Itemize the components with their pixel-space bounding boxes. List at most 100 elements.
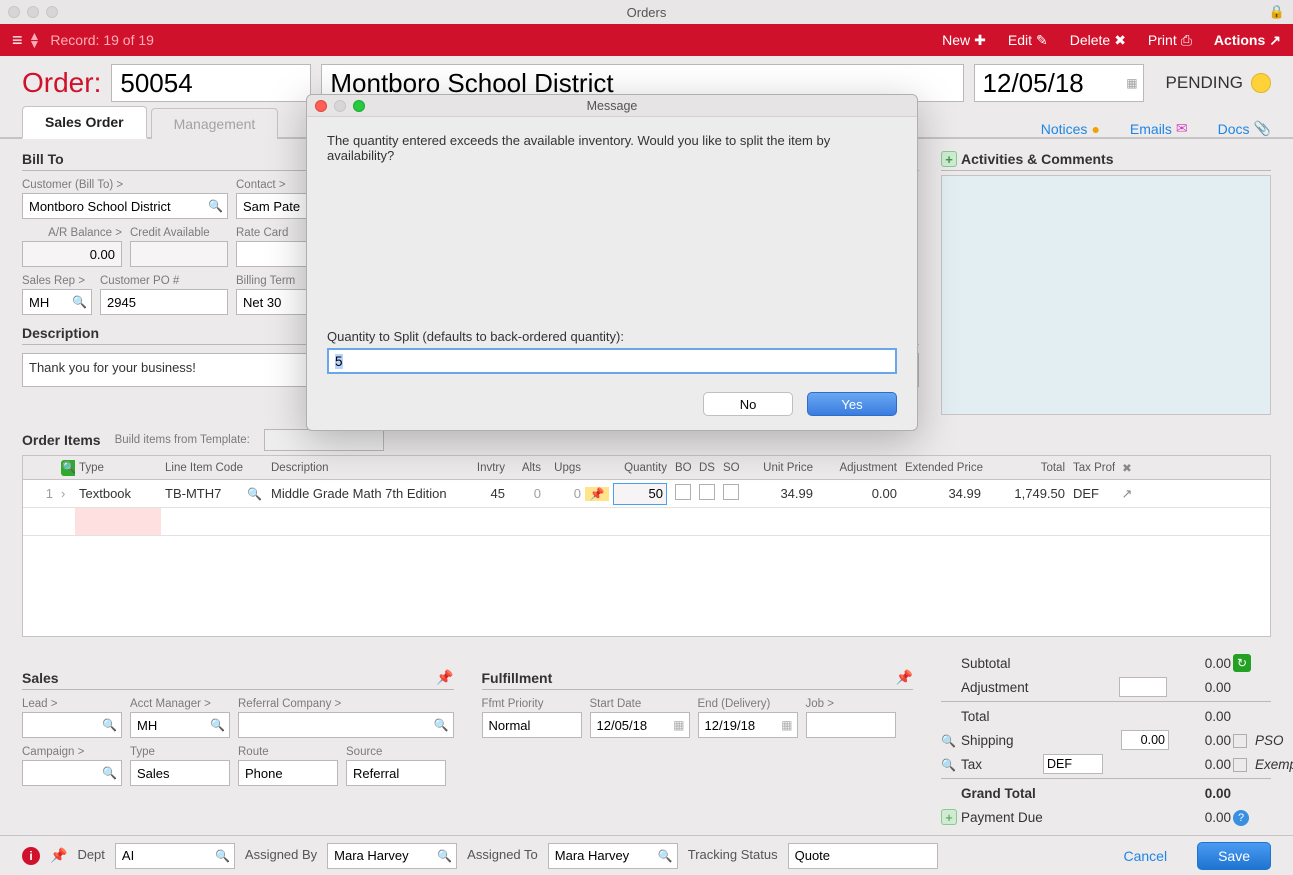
- exempt-checkbox[interactable]: [1233, 758, 1247, 772]
- refresh-icon[interactable]: ↻: [1233, 654, 1251, 672]
- search-icon[interactable]: 🔍: [658, 849, 673, 863]
- items-grid: 🔍 Type Line Item Code Description Invtry…: [22, 455, 1271, 637]
- edit-button[interactable]: Edit✎: [1008, 32, 1048, 49]
- dialog-zoom-icon[interactable]: [353, 100, 365, 112]
- grid-row[interactable]: 1 › Textbook TB-MTH7🔍 Middle Grade Math …: [23, 480, 1270, 508]
- row-unit[interactable]: 34.99: [743, 486, 817, 501]
- tracking-input[interactable]: [788, 843, 938, 869]
- job-input[interactable]: [806, 712, 896, 738]
- tab-management[interactable]: Management: [151, 108, 279, 139]
- sales-type-input[interactable]: [130, 760, 230, 786]
- dialog-qty-input[interactable]: [327, 348, 897, 374]
- ship1-input[interactable]: [1121, 730, 1169, 750]
- expand-row-icon[interactable]: ↗: [1115, 486, 1139, 502]
- adj-input[interactable]: [1119, 677, 1167, 697]
- dialog-title: Message: [587, 99, 638, 113]
- paperclip-icon: 📎: [1254, 120, 1271, 137]
- dialog-titlebar: Message: [307, 95, 917, 117]
- bo-checkbox[interactable]: [675, 484, 691, 500]
- record-position: Record: 19 of 19: [50, 32, 154, 48]
- dialog-no-button[interactable]: No: [703, 392, 793, 416]
- search-icon[interactable]: 🔍: [215, 849, 230, 863]
- tab-sales-order[interactable]: Sales Order: [22, 106, 147, 139]
- col-adj: Adjustment: [817, 462, 901, 474]
- info-icon[interactable]: i: [22, 847, 40, 865]
- order-id-input[interactable]: [111, 64, 311, 102]
- new-button[interactable]: New✚: [942, 32, 986, 49]
- refco-input[interactable]: [238, 712, 454, 738]
- so-checkbox[interactable]: [723, 484, 739, 500]
- search-icon[interactable]: 🔍: [941, 758, 956, 772]
- menu-icon[interactable]: ≡: [12, 30, 23, 51]
- search-icon[interactable]: 🔍: [208, 199, 223, 213]
- row-tax[interactable]: DEF: [1069, 486, 1115, 501]
- order-date-input[interactable]: [974, 64, 1144, 102]
- ar-balance: [22, 241, 122, 267]
- row-adj[interactable]: 0.00: [817, 486, 901, 501]
- prio-label: Ffmt Priority: [482, 698, 582, 712]
- actions-button[interactable]: Actions↗: [1214, 32, 1281, 49]
- pin-icon[interactable]: 📌: [50, 847, 67, 864]
- window-traffic-lights[interactable]: [8, 6, 58, 18]
- help-icon[interactable]: ?: [1233, 810, 1249, 826]
- pso-checkbox[interactable]: [1233, 734, 1247, 748]
- calendar-icon[interactable]: ▦: [673, 718, 684, 732]
- close-col-icon[interactable]: ✖: [1115, 461, 1139, 475]
- row-desc[interactable]: Middle Grade Math 7th Edition: [267, 486, 467, 501]
- delete-button[interactable]: Delete✖: [1070, 32, 1126, 49]
- search-icon[interactable]: 🔍: [61, 460, 75, 476]
- add-payment-icon[interactable]: +: [941, 809, 957, 825]
- pin-icon[interactable]: 📌: [436, 669, 453, 686]
- col-type: Type: [75, 462, 161, 474]
- total-label: Total: [961, 709, 1041, 724]
- credit-available: [130, 241, 228, 267]
- save-button[interactable]: Save: [1197, 842, 1271, 870]
- search-icon[interactable]: 🔍: [437, 849, 452, 863]
- dialog-close-icon[interactable]: [315, 100, 327, 112]
- footer-bar: i 📌 Dept 🔍 Assigned By 🔍 Assigned To 🔍 T…: [0, 835, 1293, 875]
- col-code: Line Item Code: [161, 462, 267, 474]
- calendar-icon[interactable]: ▦: [1126, 76, 1137, 90]
- po-input[interactable]: [100, 289, 228, 315]
- search-icon[interactable]: 🔍: [102, 718, 117, 732]
- search-icon[interactable]: 🔍: [247, 487, 262, 501]
- calendar-icon[interactable]: ▦: [781, 718, 792, 732]
- minimize-window-icon[interactable]: [27, 6, 39, 18]
- activity-heading: + Activities & Comments: [941, 151, 1271, 171]
- pin-icon[interactable]: 📌: [585, 487, 609, 501]
- template-input[interactable]: [264, 429, 384, 451]
- type-label: Type: [130, 746, 230, 760]
- search-icon[interactable]: 🔍: [210, 718, 225, 732]
- activity-panel: [941, 175, 1271, 415]
- taxcode-input[interactable]: [1043, 754, 1103, 774]
- dialog-yes-button[interactable]: Yes: [807, 392, 897, 416]
- cancel-button[interactable]: Cancel: [1103, 842, 1187, 870]
- search-icon[interactable]: 🔍: [434, 718, 449, 732]
- print-button[interactable]: Print⎙: [1148, 32, 1192, 49]
- search-icon[interactable]: 🔍: [102, 766, 117, 780]
- ato-label: Assigned To: [467, 847, 538, 864]
- add-activity-icon[interactable]: +: [941, 151, 957, 167]
- refco-label: Referral Company >: [238, 698, 454, 712]
- route-input[interactable]: [238, 760, 338, 786]
- col-qty: Quantity: [609, 462, 671, 474]
- emails-link[interactable]: Emails✉: [1130, 120, 1188, 137]
- customer-input[interactable]: [22, 193, 228, 219]
- search-icon[interactable]: 🔍: [72, 295, 87, 309]
- grid-row-empty[interactable]: 🔍: [23, 508, 1270, 536]
- row-type[interactable]: Textbook: [75, 486, 161, 501]
- record-nav-icon[interactable]: ▲▼: [29, 32, 41, 48]
- notices-link[interactable]: Notices●: [1041, 121, 1100, 137]
- grid-body[interactable]: 1 › Textbook TB-MTH7🔍 Middle Grade Math …: [23, 480, 1270, 636]
- pin-icon[interactable]: 📌: [896, 669, 913, 686]
- close-window-icon[interactable]: [8, 6, 20, 18]
- search-icon[interactable]: 🔍: [941, 734, 956, 748]
- row-code[interactable]: TB-MTH7: [165, 486, 221, 501]
- source-input[interactable]: [346, 760, 446, 786]
- row-expand-icon[interactable]: ›: [57, 486, 75, 501]
- row-qty-input[interactable]: [613, 483, 667, 505]
- docs-link[interactable]: Docs📎: [1218, 120, 1271, 137]
- zoom-window-icon[interactable]: [46, 6, 58, 18]
- ds-checkbox[interactable]: [699, 484, 715, 500]
- prio-input[interactable]: [482, 712, 582, 738]
